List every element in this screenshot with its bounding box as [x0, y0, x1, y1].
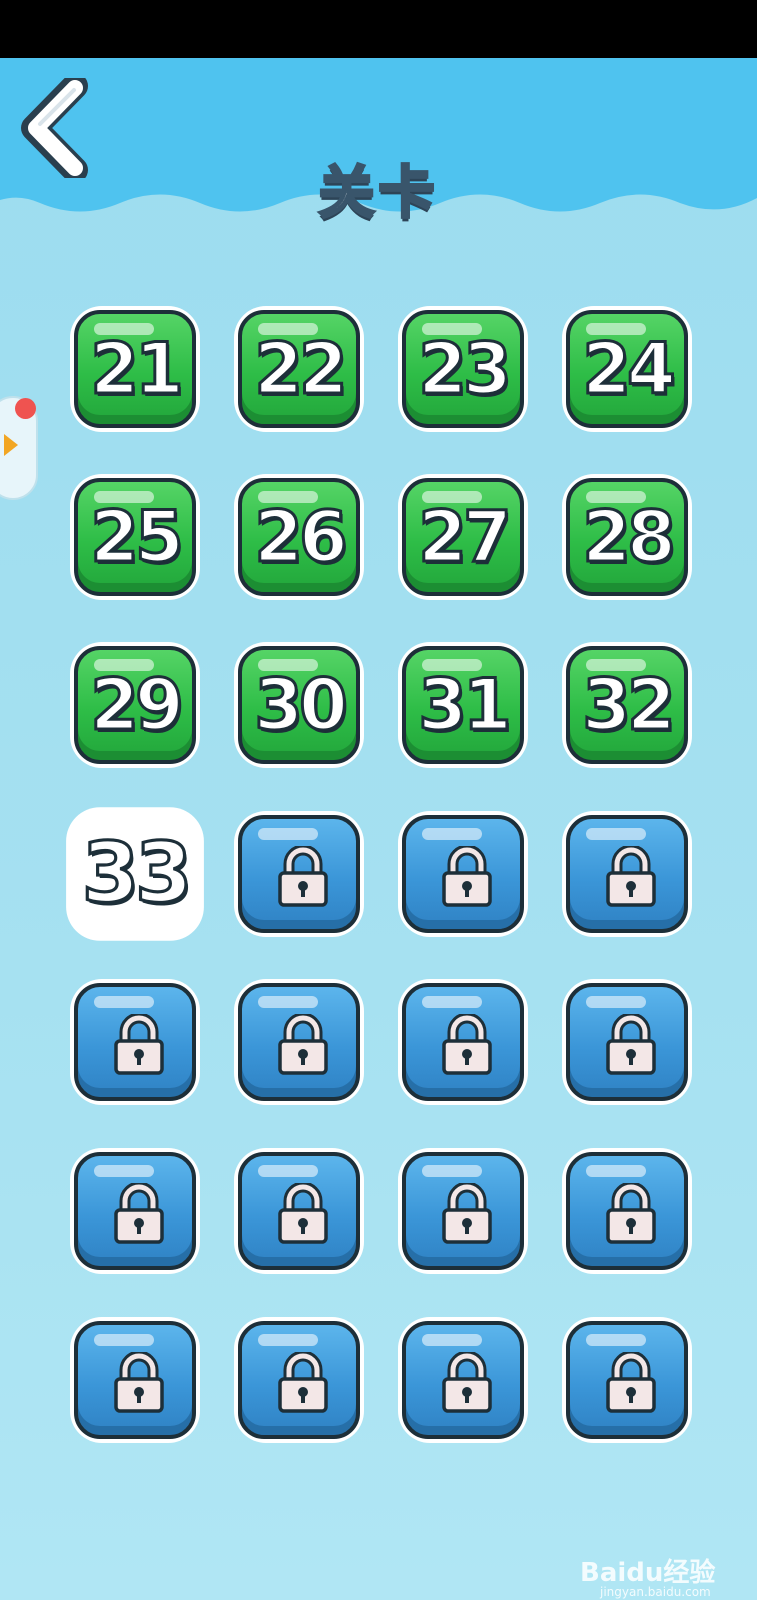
level-number: 29: [89, 663, 185, 748]
level-tile-locked-16[interactable]: [562, 811, 692, 937]
level-tile-26[interactable]: 26: [234, 474, 364, 600]
level-tile-locked-25[interactable]: [70, 1317, 200, 1443]
tile-highlight: [586, 1165, 646, 1177]
level-tile-33[interactable]: 33: [66, 807, 204, 941]
level-tile-locked-18[interactable]: [234, 979, 364, 1105]
level-number: 30: [253, 663, 349, 748]
level-tile-23[interactable]: 23: [398, 306, 528, 432]
level-tile-30[interactable]: 30: [234, 642, 364, 768]
level-tile-locked-23[interactable]: [398, 1148, 528, 1274]
level-tile-locked-22[interactable]: [234, 1148, 364, 1274]
level-tile-locked-14[interactable]: [234, 811, 364, 937]
level-tile-locked-26[interactable]: [234, 1317, 364, 1443]
lock-icon: [442, 846, 492, 907]
tile-highlight: [258, 996, 318, 1008]
tile-highlight: [258, 1334, 318, 1346]
level-tile-locked-20[interactable]: [562, 979, 692, 1105]
level-number: 33: [80, 825, 194, 924]
level-tile-25[interactable]: 25: [70, 474, 200, 600]
level-number: 23: [417, 327, 513, 412]
lock-icon: [278, 846, 328, 907]
level-tile-locked-28[interactable]: [562, 1317, 692, 1443]
level-number: 21: [89, 327, 185, 412]
level-tile-29[interactable]: 29: [70, 642, 200, 768]
level-tile-22[interactable]: 22: [234, 306, 364, 432]
tile-highlight: [586, 996, 646, 1008]
tile-highlight: [422, 828, 482, 840]
level-number: 32: [581, 663, 677, 748]
tile-highlight: [422, 1334, 482, 1346]
level-number: 22: [253, 327, 349, 412]
lock-icon: [606, 1183, 656, 1244]
lock-icon: [114, 1352, 164, 1413]
tile-highlight: [422, 996, 482, 1008]
level-tile-locked-27[interactable]: [398, 1317, 528, 1443]
level-tile-locked-21[interactable]: [70, 1148, 200, 1274]
level-tile-31[interactable]: 31: [398, 642, 528, 768]
level-number: 28: [581, 495, 677, 580]
lock-icon: [278, 1014, 328, 1075]
lock-icon: [442, 1352, 492, 1413]
level-grid: 21 22 23 24 25 26 27 28 29 30 31 32 33: [0, 0, 757, 1600]
level-tile-21[interactable]: 21: [70, 306, 200, 432]
lock-icon: [114, 1183, 164, 1244]
lock-icon: [278, 1352, 328, 1413]
level-number: 25: [89, 495, 185, 580]
lock-icon: [442, 1183, 492, 1244]
lock-icon: [442, 1014, 492, 1075]
tile-highlight: [94, 996, 154, 1008]
level-tile-locked-24[interactable]: [562, 1148, 692, 1274]
lock-icon: [606, 1352, 656, 1413]
level-tile-locked-17[interactable]: [70, 979, 200, 1105]
level-number: 27: [417, 495, 513, 580]
tile-highlight: [422, 1165, 482, 1177]
level-tile-32[interactable]: 32: [562, 642, 692, 768]
tile-highlight: [94, 1165, 154, 1177]
level-tile-27[interactable]: 27: [398, 474, 528, 600]
level-number: 31: [417, 663, 513, 748]
tile-highlight: [586, 828, 646, 840]
lock-icon: [606, 1014, 656, 1075]
level-tile-24[interactable]: 24: [562, 306, 692, 432]
lock-icon: [606, 846, 656, 907]
level-tile-locked-19[interactable]: [398, 979, 528, 1105]
lock-icon: [278, 1183, 328, 1244]
tile-highlight: [258, 828, 318, 840]
lock-icon: [114, 1014, 164, 1075]
level-number: 26: [253, 495, 349, 580]
tile-highlight: [258, 1165, 318, 1177]
level-tile-locked-15[interactable]: [398, 811, 528, 937]
tile-highlight: [94, 1334, 154, 1346]
level-tile-28[interactable]: 28: [562, 474, 692, 600]
tile-highlight: [586, 1334, 646, 1346]
level-number: 24: [581, 327, 677, 412]
